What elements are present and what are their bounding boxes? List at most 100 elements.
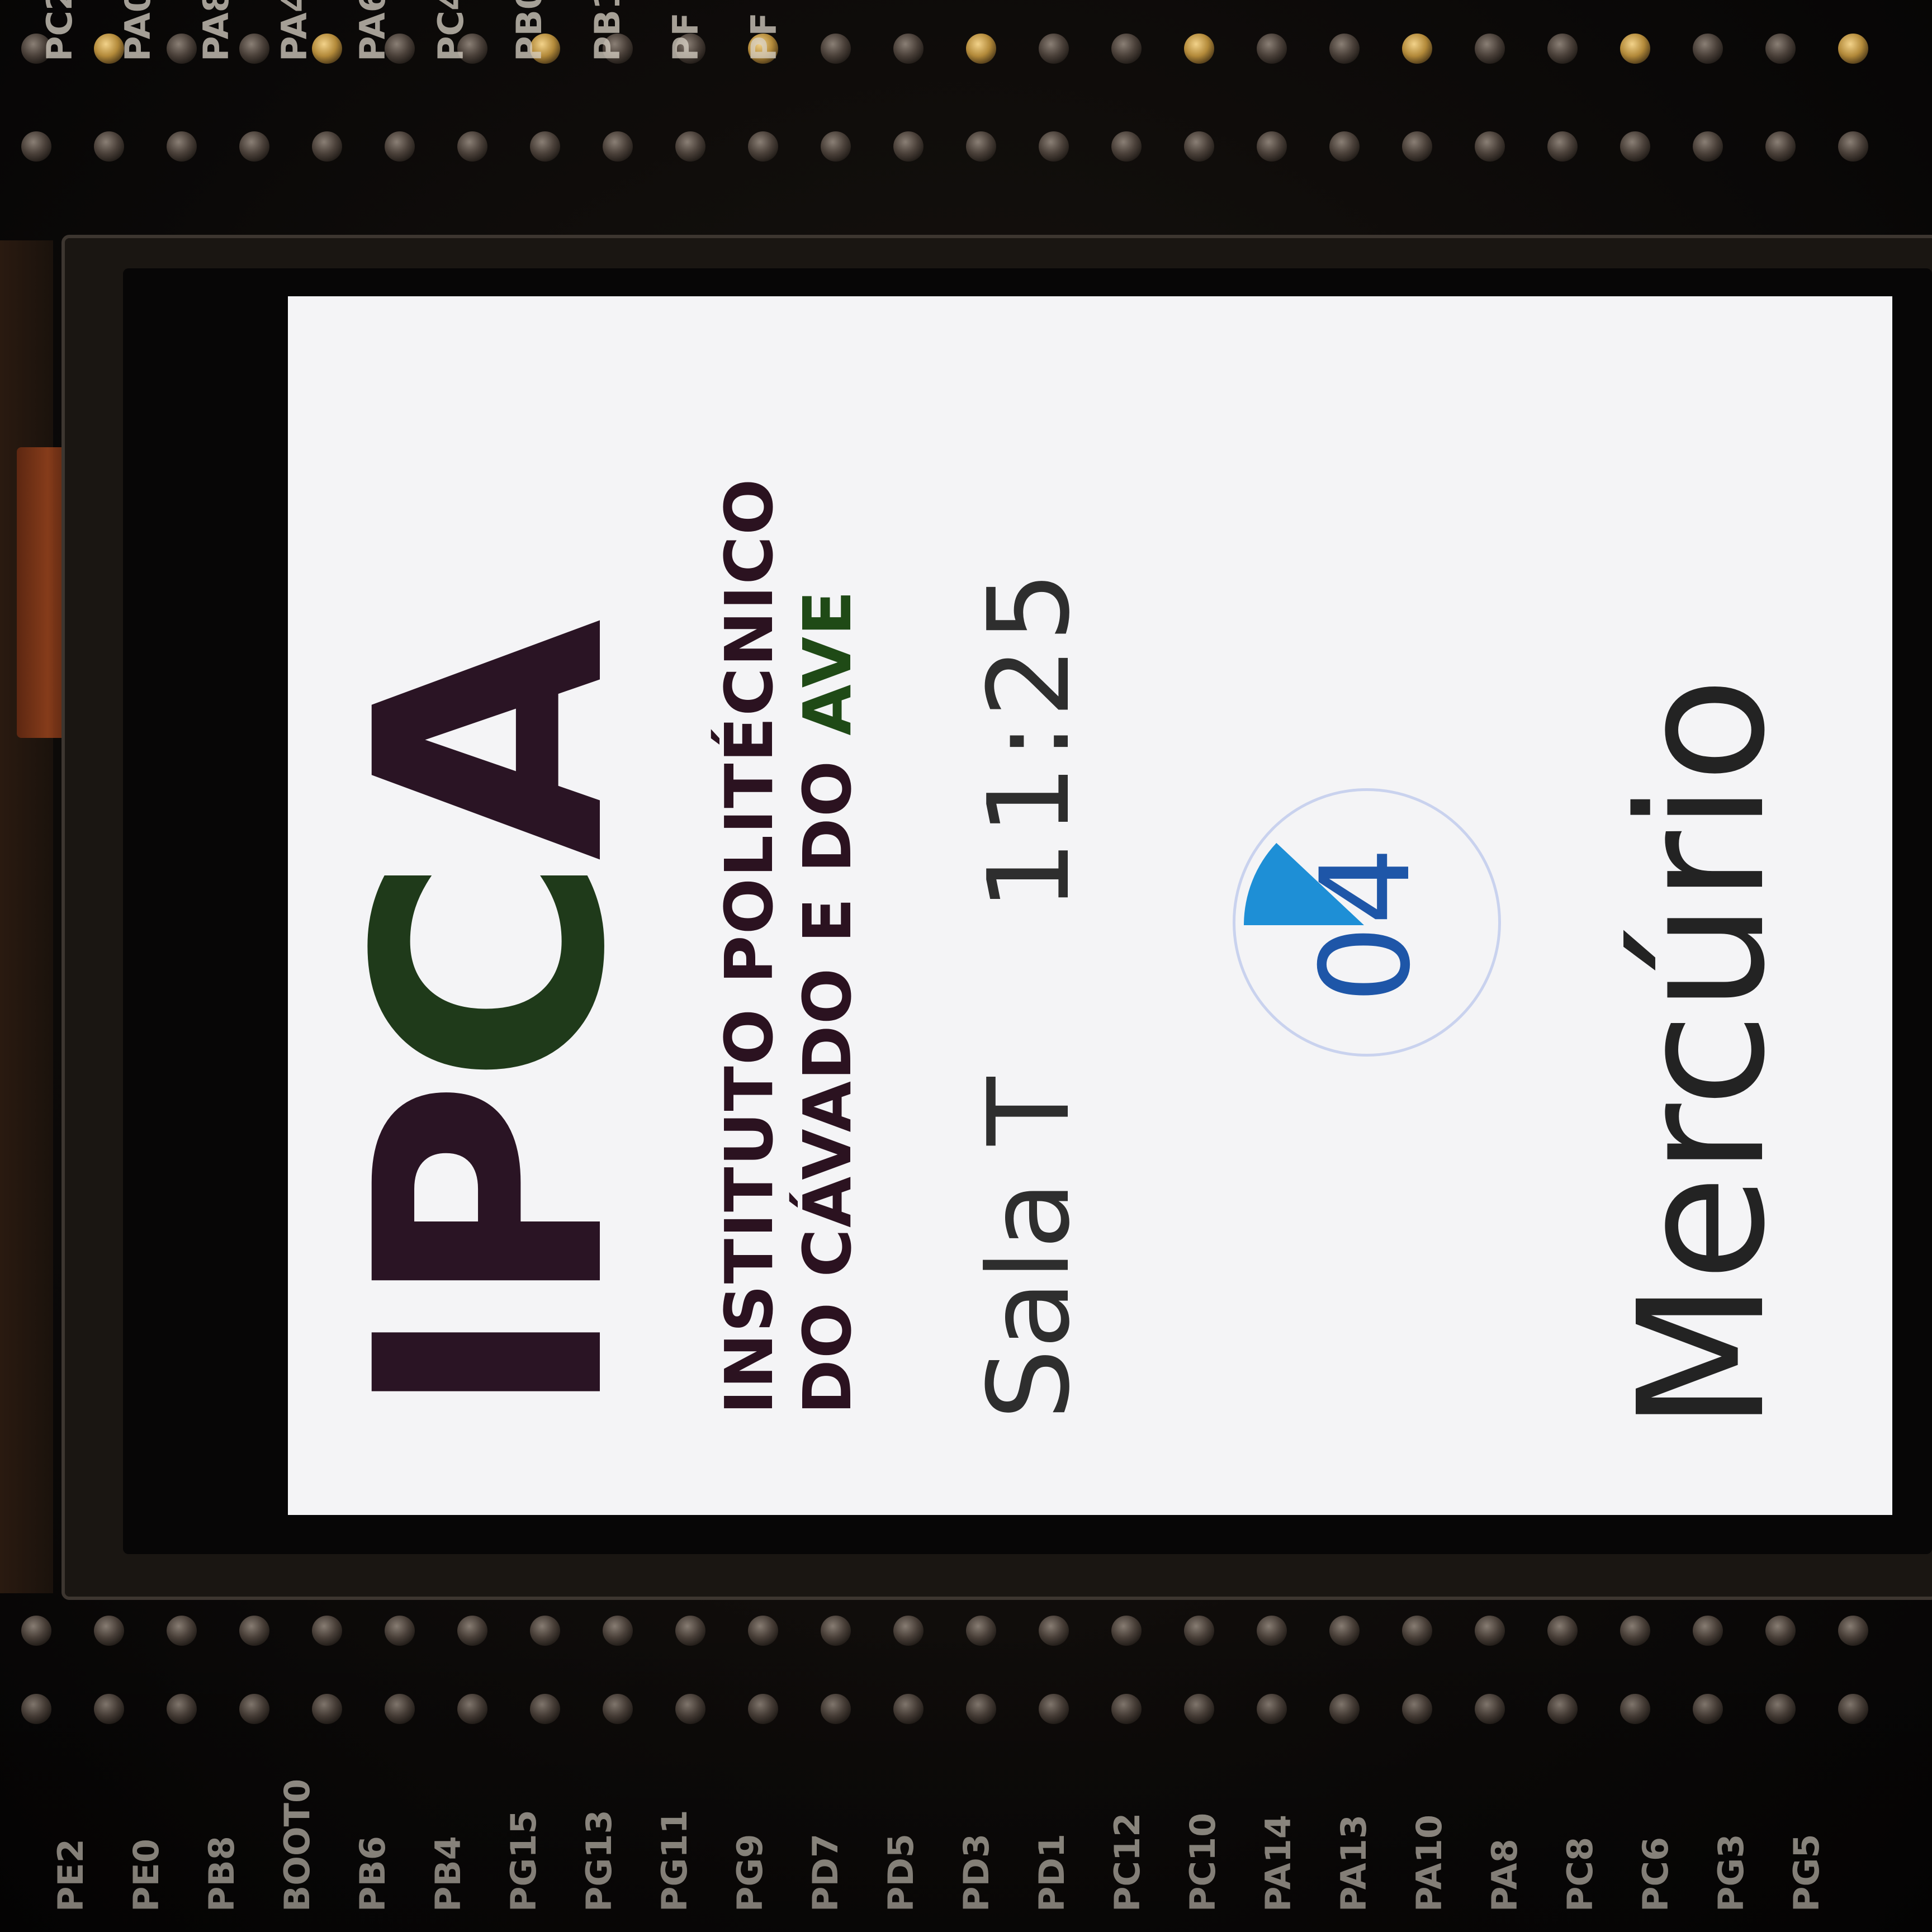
header-pin [1402,1694,1432,1724]
header-pin [893,1616,924,1646]
header-pin [893,34,924,64]
pcb-edge [0,240,53,1593]
header-pin [1838,1694,1868,1724]
header-pin [239,131,269,162]
pin-label: PD5 [880,1833,921,1912]
header-pin [385,1694,415,1724]
header-pin [94,1616,124,1646]
header-pin [1402,131,1432,162]
pin-label: PG11 [654,1810,695,1912]
pin-label: PB0 [509,0,550,61]
header-pin [748,1616,778,1646]
pin-label: PA14 [1258,1814,1299,1912]
header-pin [603,1694,633,1724]
header-pin [1765,34,1796,64]
pin-label: PD7 [805,1833,846,1912]
header-pin [1111,1616,1142,1646]
pin-label: BOOT0 [277,1778,318,1912]
header-pin [457,1694,487,1724]
header-pin [1257,34,1287,64]
ipca-logo: IPCA [310,470,707,1420]
institution-name-line1: INSTITUTO POLITÉCNICO [711,477,788,1414]
header-pin [1329,131,1360,162]
pin-label: PC10 [1182,1812,1223,1912]
header-pin [1547,131,1578,162]
header-pin [1765,1616,1796,1646]
header-pin [1620,1694,1650,1724]
header-pin [966,1694,996,1724]
header-pin [1402,1616,1432,1646]
header-pin [966,1616,996,1646]
header-pin [1111,1694,1142,1724]
header-pin [748,131,778,162]
header-pin [1257,131,1287,162]
header-pin [1184,1616,1214,1646]
room-label: Sala T [964,1077,1095,1420]
pin-label: PA8 [1484,1839,1525,1912]
header-pin [1329,34,1360,64]
logo-wordmark: IPCA [310,624,674,1420]
header-pin [603,1616,633,1646]
header-pin [675,1616,705,1646]
header-pin [1620,131,1650,162]
header-pin [1693,131,1723,162]
header-pin [530,131,560,162]
header-pin [21,1616,51,1646]
header-pin [530,1694,560,1724]
pin-label: PA6 [352,0,393,61]
header-pin [385,1616,415,1646]
header-pin [1111,131,1142,162]
logo-letter-c: C [310,861,674,1086]
header-pin [1039,34,1069,64]
header-pin [1765,1694,1796,1724]
header-pin [966,34,996,64]
header-pin [1184,131,1214,162]
lcd-screen: IPCA INSTITUTO POLITÉCNICO DO CÁVADO E D… [288,296,1892,1515]
pin-label: PF [744,12,784,61]
header-pin [1402,34,1432,64]
header-pin [603,131,633,162]
pin-label: PE0 [126,1839,167,1912]
header-pin [1620,34,1650,64]
pin-label: PB6 [352,1836,393,1912]
header-pin [1547,34,1578,64]
pin-label: PC6 [1635,1836,1676,1912]
header-pin [457,131,487,162]
header-pin [167,131,197,162]
pin-label: PF [665,12,706,61]
header-pin [1838,34,1868,64]
header-pin [1475,1616,1505,1646]
header-pin [893,1694,924,1724]
header-pin [239,1616,269,1646]
header-pin [821,34,851,64]
header-pin [1184,34,1214,64]
header-pin [457,1616,487,1646]
header-pin [1693,1616,1723,1646]
header-pin [893,131,924,162]
header-pin [821,1694,851,1724]
pin-label: PE2 [50,1839,91,1912]
header-pin [1693,1694,1723,1724]
header-pin [94,1694,124,1724]
header-pin [1838,1616,1868,1646]
header-pin [1039,131,1069,162]
room-name: Mercúrio [1602,677,1803,1431]
institution-line2-prefix: DO CÁVADO E DO [789,735,866,1414]
pin-label: PG3 [1711,1834,1751,1912]
header-pin [675,1694,705,1724]
logo-letters-ip: IP [310,1085,674,1420]
badge-number: 04 [1294,847,1437,1003]
header-pin [21,1694,51,1724]
header-pin [530,1616,560,1646]
pin-label: PD1 [1031,1833,1072,1912]
pin-label: PA10 [1409,1814,1450,1912]
header-pin [1257,1616,1287,1646]
header-pin [1475,131,1505,162]
clock-time: 11:25 [964,566,1095,911]
pin-label: PG5 [1786,1834,1827,1912]
header-pin [312,131,342,162]
pin-label: PB8 [201,1836,242,1912]
pin-label: PA8 [196,0,236,61]
room-display-ui: IPCA INSTITUTO POLITÉCNICO DO CÁVADO E D… [288,296,1892,1515]
pin-label: PG15 [503,1810,544,1912]
